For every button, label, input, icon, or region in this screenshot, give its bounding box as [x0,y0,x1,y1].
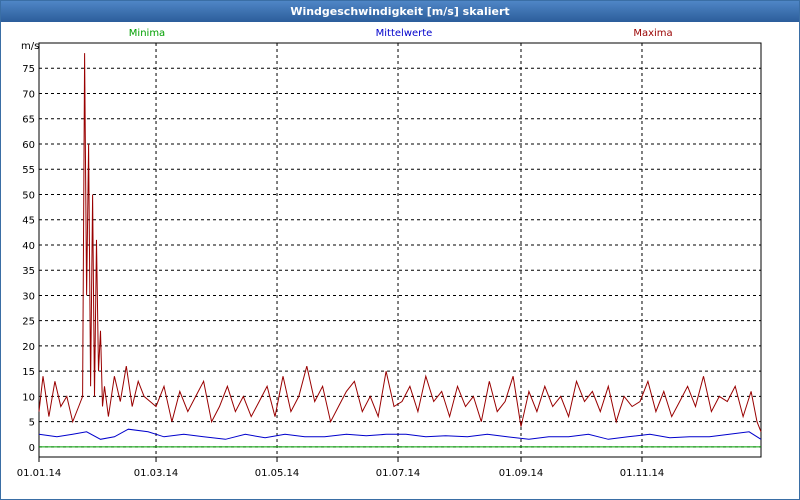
x-tick-label: 01.07.14 [376,468,421,479]
y-tick-label: 70 [22,89,35,100]
y-tick-label: 5 [29,418,35,429]
grid [39,43,761,457]
window-title: Windgeschwindigkeit [m/s] skaliert [1,1,799,22]
x-tick-label: 01.05.14 [255,468,300,479]
y-tick-label: 60 [22,140,35,151]
x-tick-label: 01.01.14 [17,468,62,479]
y-tick-label: 50 [22,190,35,201]
y-tick-label: 65 [22,115,35,126]
plot-border [38,42,762,458]
series-lines [38,53,762,448]
y-axis-ticks: 0 5 10 15 20 25 30 35 40 45 50 55 60 65 70 75 [22,64,35,454]
y-tick-label: 45 [22,216,35,227]
plot-frame [38,42,762,458]
y-tick-label: 35 [22,266,35,277]
x-tick-label: 01.11.14 [620,468,665,479]
y-tick-label: 55 [22,165,35,176]
legend-mittelwerte: Mittelwerte [376,28,433,39]
x-tick-label: 01.09.14 [499,468,544,479]
y-tick-label: 20 [22,342,35,353]
y-tick-label: 40 [22,241,35,252]
y-tick-label: 75 [22,64,35,75]
chart-area: 051015202530354045505560657075 01.01.14 0… [17,28,762,479]
legend-maxima: Maxima [633,28,672,39]
y-tick-label: 10 [22,392,35,403]
y-tick-label: 0 [29,443,35,454]
y-tick-label: 25 [22,317,35,328]
mittelwerte-line [38,428,762,440]
chart-window: Windgeschwindigkeit [m/s] skaliert 0 5 10 1… [0,0,800,500]
y-tick-label: 30 [22,291,35,302]
maxima-line [38,53,762,432]
y-axis-label: m/s [21,41,39,52]
y-tick-label: 15 [22,367,35,378]
x-tick-label: 01.03.14 [134,468,179,479]
x-axis-ticks: 01.01.14 01.03.14 01.05.14 01.07.14 01.09.14… [17,457,665,479]
legend-minima: Minima [129,28,165,39]
